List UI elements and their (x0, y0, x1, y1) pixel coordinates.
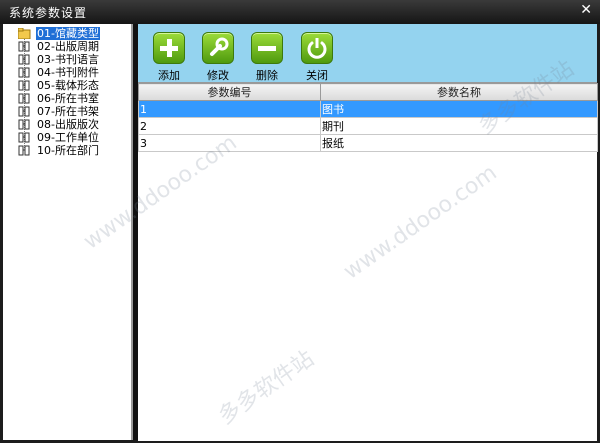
tree-item-label: 10-所在部门 (37, 144, 99, 157)
parameter-table[interactable]: 参数编号 参数名称 1 图书 2 期刊 3 报纸 (138, 82, 598, 441)
window-title: 系统参数设置 (9, 6, 88, 20)
tree-item-label: 07-所在书架 (37, 105, 99, 118)
title-bar[interactable]: 系统参数设置 ✕ (0, 0, 600, 24)
book-icon (18, 145, 31, 156)
tree-item[interactable]: 02-出版周期 (3, 40, 131, 53)
book-icon (18, 132, 31, 143)
tree-item[interactable]: 06-所在书室 (3, 92, 131, 105)
tree-item[interactable]: 08-出版版次 (3, 118, 131, 131)
table-row[interactable]: 3 报纸 (138, 134, 598, 152)
tree-item[interactable]: 05-载体形态 (3, 79, 131, 92)
cell-name[interactable]: 报纸 (320, 134, 598, 152)
tree-item[interactable]: 01-馆藏类型 (3, 26, 131, 41)
tree-item[interactable]: 03-书刊语言 (3, 53, 131, 66)
close-label: 关闭 (306, 69, 328, 82)
book-icon (18, 54, 31, 65)
cell-id[interactable]: 2 (138, 117, 321, 135)
book-icon (18, 41, 31, 52)
tree-item[interactable]: 10-所在部门 (3, 144, 131, 157)
settings-window: 系统参数设置 ✕ 01-馆藏类型 02-出版周期 03-书刊语言 04-书刊附件 05-… (0, 0, 600, 443)
tree-item[interactable]: 09-工作单位 (3, 131, 131, 144)
power-icon (301, 32, 333, 64)
add-button[interactable]: 添加 (146, 32, 192, 83)
table-row[interactable]: 1 图书 (138, 100, 598, 118)
book-icon (18, 106, 31, 117)
column-header-id[interactable]: 参数编号 (138, 83, 321, 101)
close-icon[interactable]: ✕ (580, 2, 592, 18)
plus-icon (153, 32, 185, 64)
tree-item[interactable]: 07-所在书架 (3, 105, 131, 118)
tree-item-label: 04-书刊附件 (37, 66, 99, 79)
delete-label: 删除 (256, 69, 278, 82)
column-header-name[interactable]: 参数名称 (320, 83, 598, 101)
tree-item-label: 01-馆藏类型 (35, 26, 101, 41)
delete-button[interactable]: 删除 (244, 32, 290, 83)
tree-item-label: 06-所在书室 (37, 92, 99, 105)
wrench-icon (202, 32, 234, 64)
category-tree[interactable]: 01-馆藏类型 02-出版周期 03-书刊语言 04-书刊附件 05-载体形态 06-所在… (3, 24, 133, 440)
tree-item-label: 05-载体形态 (37, 79, 99, 92)
toolbar: 添加 修改 删除 关闭 (138, 24, 597, 82)
table-row[interactable]: 2 期刊 (138, 117, 598, 135)
tree-item-label: 03-书刊语言 (37, 53, 99, 66)
tree-item-label: 02-出版周期 (37, 40, 99, 53)
edit-button[interactable]: 修改 (195, 32, 241, 83)
folder-open-icon (17, 27, 31, 40)
tree-item[interactable]: 04-书刊附件 (3, 66, 131, 79)
tree-item-label: 09-工作单位 (37, 131, 99, 144)
book-icon (18, 93, 31, 104)
edit-label: 修改 (207, 69, 229, 82)
book-icon (18, 67, 31, 78)
book-icon (18, 119, 31, 130)
cell-name[interactable]: 期刊 (320, 117, 598, 135)
add-label: 添加 (158, 69, 180, 82)
cell-id[interactable]: 3 (138, 134, 321, 152)
minus-icon (251, 32, 283, 64)
close-button[interactable]: 关闭 (294, 32, 340, 83)
book-icon (18, 80, 31, 91)
cell-id[interactable]: 1 (138, 100, 321, 118)
cell-name[interactable]: 图书 (320, 100, 598, 118)
tree-item-label: 08-出版版次 (37, 118, 99, 131)
